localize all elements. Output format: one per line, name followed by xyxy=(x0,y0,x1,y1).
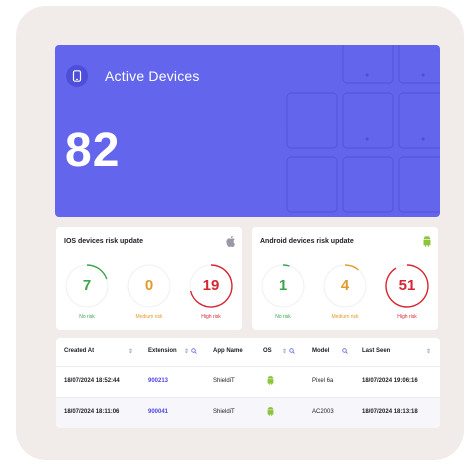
android-medium-risk-label: Medium risk xyxy=(331,314,359,320)
apple-icon xyxy=(226,235,235,247)
column-header-model[interactable]: Model xyxy=(312,348,329,354)
android-no-risk-value: 1 xyxy=(278,277,288,294)
active-devices-card[interactable]: Active Devices 82 xyxy=(55,45,440,217)
ios-medium-risk-label: Medium risk xyxy=(135,314,163,320)
android-high-risk-label: High risk xyxy=(397,314,417,320)
ios-medium-risk-value: 0 xyxy=(144,277,154,294)
sort-icon[interactable]: ⇕ xyxy=(184,348,189,355)
android-icon xyxy=(267,376,274,385)
cell-model: Pixel 6a xyxy=(312,378,334,384)
column-header-app-name[interactable]: App Name xyxy=(213,348,243,354)
ios-no-risk-label: No risk xyxy=(79,314,95,320)
table-row[interactable]: 18/07/2024 18:52:44 900213 ShieldiT Pixe… xyxy=(56,366,440,397)
phone-icon xyxy=(66,65,88,87)
android-no-risk-gauge: 1 xyxy=(260,263,306,309)
android-icon xyxy=(267,407,274,416)
active-devices-title: Active Devices xyxy=(105,68,200,84)
ios-high-risk-label: High risk xyxy=(201,314,221,320)
ios-high-risk-value: 19 xyxy=(202,277,220,294)
search-icon[interactable] xyxy=(191,348,197,356)
cell-app-name: ShieldiT xyxy=(213,378,235,384)
android-icon xyxy=(423,235,431,247)
cell-app-name: ShieldiT xyxy=(213,409,235,415)
ios-no-risk-gauge: 7 xyxy=(64,263,110,309)
cell-last-seen: 18/07/2024 19:06:16 xyxy=(362,378,418,384)
cell-extension-link[interactable]: 900213 xyxy=(148,378,168,384)
cell-created-at: 18/07/2024 18:11:06 xyxy=(64,409,120,415)
search-icon[interactable] xyxy=(289,348,295,356)
android-high-risk-value: 51 xyxy=(398,277,416,294)
ios-risk-title: IOS devices risk update xyxy=(64,238,143,245)
active-devices-count: 82 xyxy=(65,124,121,177)
android-medium-risk-value: 4 xyxy=(340,277,350,294)
ios-no-risk-value: 7 xyxy=(82,277,92,294)
android-high-risk-gauge: 51 xyxy=(384,263,430,309)
ios-medium-risk-gauge: 0 xyxy=(126,263,172,309)
column-header-created-at[interactable]: Created At xyxy=(64,348,94,354)
column-header-extension[interactable]: Extension xyxy=(148,348,177,354)
column-header-last-seen[interactable]: Last Seen xyxy=(362,348,390,354)
sort-icon[interactable]: ⇕ xyxy=(128,348,133,355)
android-risk-card: Android devices risk update 1 No risk 4 … xyxy=(252,227,438,330)
search-icon[interactable] xyxy=(342,348,348,356)
cell-model: AC2003 xyxy=(312,409,334,415)
table-row[interactable]: 18/07/2024 18:11:06 900041 ShieldiT AC20… xyxy=(56,397,440,428)
cell-extension-link[interactable]: 900041 xyxy=(148,409,168,415)
sort-icon[interactable]: ⇕ xyxy=(282,348,287,355)
sort-icon[interactable]: ⇕ xyxy=(426,348,431,355)
column-header-os[interactable]: OS xyxy=(263,348,272,354)
android-risk-title: Android devices risk update xyxy=(260,238,354,245)
android-no-risk-label: No risk xyxy=(275,314,291,320)
devices-table: Created At ⇕ Extension ⇕ App Name OS ⇕ M… xyxy=(56,338,440,428)
table-header-row: Created At ⇕ Extension ⇕ App Name OS ⇕ M… xyxy=(56,338,440,366)
ios-high-risk-gauge: 19 xyxy=(188,263,234,309)
ios-risk-card: IOS devices risk update 7 No risk 0 Medi… xyxy=(56,227,242,330)
cell-last-seen: 18/07/2024 18:13:18 xyxy=(362,409,418,415)
android-medium-risk-gauge: 4 xyxy=(322,263,368,309)
cell-created-at: 18/07/2024 18:52:44 xyxy=(64,378,120,384)
